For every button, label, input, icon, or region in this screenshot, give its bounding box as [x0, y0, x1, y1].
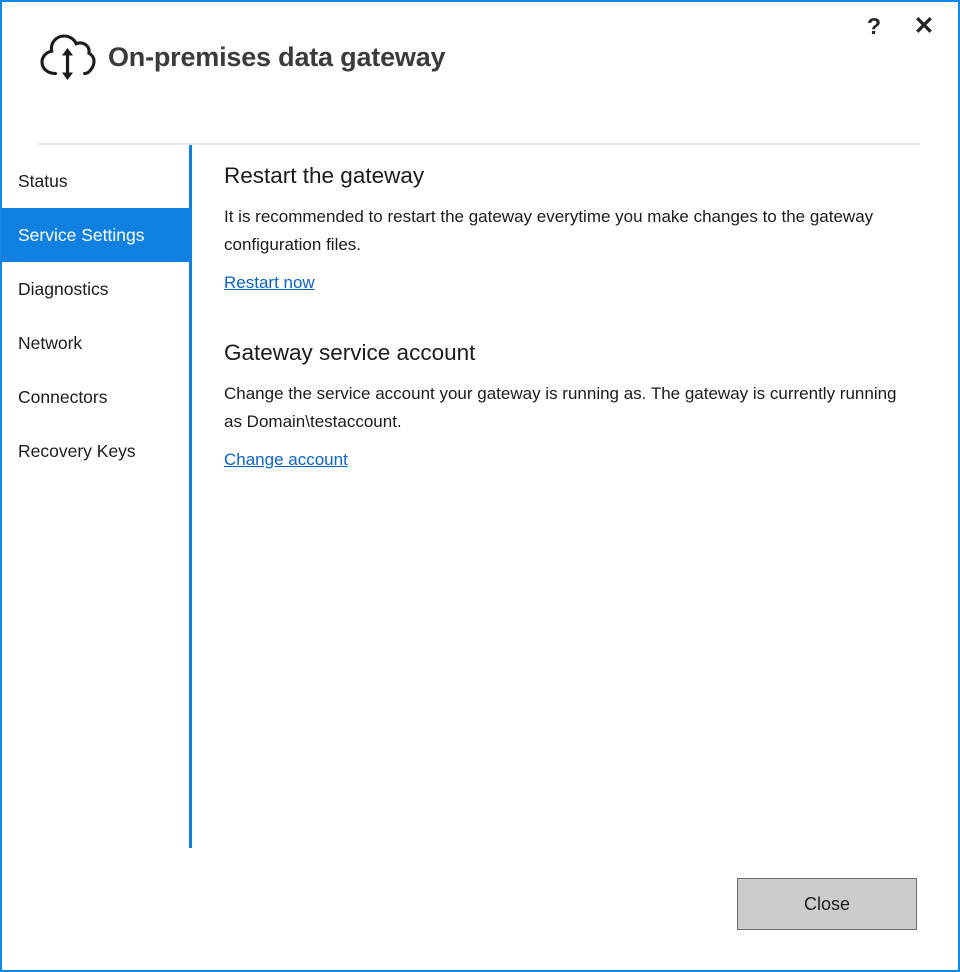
cloud-updown-arrow-icon — [40, 34, 96, 80]
gateway-service-account-section: Gateway service account Change the servi… — [224, 339, 919, 498]
window-controls: ? ✕ — [858, 10, 940, 42]
title-block: On-premises data gateway — [38, 32, 446, 82]
sidebar-item-status[interactable]: Status — [2, 154, 190, 208]
window-body: Status Service Settings Diagnostics Netw… — [2, 144, 958, 848]
restart-gateway-heading: Restart the gateway — [224, 163, 425, 188]
sidebar-item-label: Diagnostics — [18, 278, 109, 299]
help-icon[interactable]: ? — [858, 10, 890, 42]
close-icon[interactable]: ✕ — [908, 10, 940, 42]
sidebar-item-diagnostics[interactable]: Diagnostics — [2, 262, 190, 316]
change-account-link[interactable]: Change account — [224, 450, 348, 470]
sidebar-nav: Status Service Settings Diagnostics Netw… — [2, 154, 190, 478]
gateway-configuration-window: On-premises data gateway ? ✕ Status Serv… — [0, 0, 960, 972]
restart-now-link[interactable]: Restart now — [224, 273, 315, 293]
close-button[interactable]: Close — [737, 878, 917, 930]
sidebar-item-label: Network — [18, 332, 83, 353]
restart-gateway-description: It is recommended to restart the gateway… — [224, 206, 874, 254]
restart-gateway-section: Restart the gateway It is recommended to… — [224, 163, 919, 321]
window-header: On-premises data gateway ? ✕ — [2, 2, 958, 145]
sidebar-item-network[interactable]: Network — [2, 316, 190, 370]
content-panel: Restart the gateway It is recommended to… — [224, 163, 919, 504]
sidebar-item-recovery-keys[interactable]: Recovery Keys — [2, 424, 190, 478]
sidebar-item-label: Status — [18, 170, 68, 191]
window-footer: Close — [2, 844, 958, 970]
gateway-service-account-description: Change the service account your gateway … — [224, 383, 897, 431]
gateway-service-account-heading: Gateway service account — [224, 339, 476, 365]
sidebar-item-connectors[interactable]: Connectors — [2, 370, 190, 424]
sidebar-item-label: Service Settings — [18, 224, 145, 245]
sidebar-item-label: Connectors — [18, 386, 108, 407]
page-title: On-premises data gateway — [108, 41, 446, 72]
sidebar-item-service-settings[interactable]: Service Settings — [2, 208, 190, 262]
sidebar-item-label: Recovery Keys — [18, 440, 136, 461]
sidebar-divider — [189, 145, 192, 848]
